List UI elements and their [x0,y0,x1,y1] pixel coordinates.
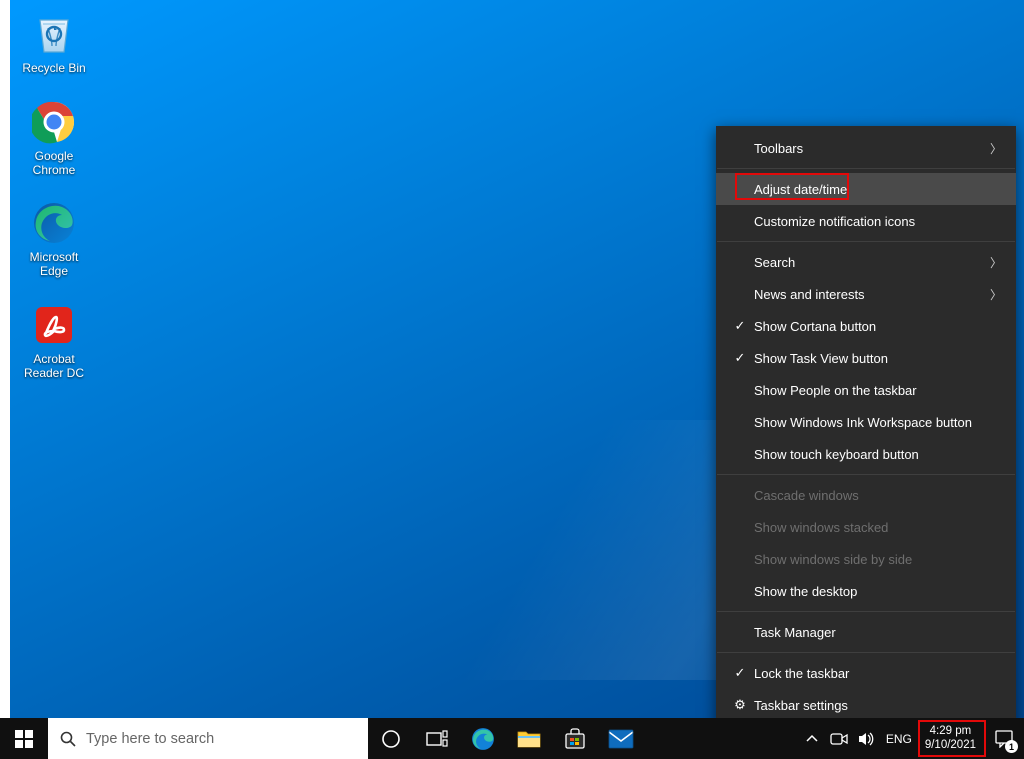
menu-divider [717,241,1015,242]
chevron-right-icon: 〉 [990,254,1002,271]
taskbar-app-edge[interactable] [460,718,506,759]
taskbar-spacer [644,718,799,759]
microsoft-edge-icon [30,199,78,247]
start-button[interactable] [0,718,48,759]
desktop-icons-area: Recycle Bin Google Chrome [14,10,94,403]
speaker-icon [858,731,876,747]
clock-time: 4:29 pm [930,725,972,738]
menu-item-lock-the-taskbar[interactable]: ✓ Lock the taskbar [716,657,1016,689]
tray-language-indicator[interactable]: ENG [881,718,917,759]
menu-item-label: Show windows stacked [754,520,1002,535]
checkmark-icon: ✓ [730,350,750,366]
system-tray: ENG 4:29 pm 9/10/2021 1 [799,718,1024,759]
menu-item-customize-notification-icons[interactable]: Customize notification icons [716,205,1016,237]
menu-item-show-windows-ink-workspace[interactable]: Show Windows Ink Workspace button [716,406,1016,438]
recycle-bin-icon [30,10,78,58]
cortana-button[interactable] [368,718,414,759]
tray-clock[interactable]: 4:29 pm 9/10/2021 [917,725,984,751]
menu-item-label: Adjust date/time [754,182,1002,197]
menu-item-label: Lock the taskbar [754,666,1002,681]
menu-item-show-task-view-button[interactable]: ✓ Show Task View button [716,342,1016,374]
desktop-icon-label: Microsoft Edge [14,251,94,279]
chevron-right-icon: 〉 [990,286,1002,303]
menu-divider [717,474,1015,475]
tray-action-center[interactable]: 1 [984,718,1024,759]
menu-item-label: Search [754,255,990,270]
menu-item-task-manager[interactable]: Task Manager [716,616,1016,648]
menu-divider [717,611,1015,612]
menu-item-show-people-on-taskbar[interactable]: Show People on the taskbar [716,374,1016,406]
menu-item-label: Show People on the taskbar [754,383,1002,398]
menu-item-toolbars[interactable]: Toolbars 〉 [716,132,1016,164]
desktop-icon-acrobat-reader[interactable]: Acrobat Reader DC [14,301,94,381]
menu-item-label: Show touch keyboard button [754,447,1002,462]
menu-item-cascade-windows: Cascade windows [716,479,1016,511]
tray-show-hidden-icons[interactable] [799,718,825,759]
menu-divider [717,168,1015,169]
menu-item-label: News and interests [754,287,990,302]
desktop-icon-recycle-bin[interactable]: Recycle Bin [14,10,94,76]
desktop-icon-label: Google Chrome [14,150,94,178]
menu-item-label: Show windows side by side [754,552,1002,567]
clock-date: 9/10/2021 [925,739,976,752]
language-label: ENG [886,732,912,746]
menu-item-label: Show the desktop [754,584,1002,599]
taskbar-search-box[interactable]: Type here to search [48,718,368,759]
windows-start-icon [15,730,33,748]
meet-now-icon [830,732,848,746]
taskbar: Type here to search [0,718,1024,759]
menu-item-label: Show Task View button [754,351,1002,366]
checkmark-icon: ✓ [730,318,750,334]
menu-item-show-windows-side-by-side: Show windows side by side [716,543,1016,575]
chevron-up-icon [806,733,818,745]
menu-item-label: Toolbars [754,141,990,156]
desktop-icon-label: Acrobat Reader DC [14,353,94,381]
menu-item-show-windows-stacked: Show windows stacked [716,511,1016,543]
desktop-icon-label: Recycle Bin [22,62,85,76]
tray-meet-now[interactable] [825,718,853,759]
menu-divider [717,652,1015,653]
cortana-icon [381,729,401,749]
google-chrome-icon [30,98,78,146]
menu-item-search[interactable]: Search 〉 [716,246,1016,278]
notification-count-badge: 1 [1005,740,1018,753]
microsoft-edge-icon [471,727,495,751]
taskbar-app-file-explorer[interactable] [506,718,552,759]
taskbar-pinned-apps [368,718,644,759]
taskbar-app-microsoft-store[interactable] [552,718,598,759]
menu-item-show-cortana-button[interactable]: ✓ Show Cortana button [716,310,1016,342]
chevron-right-icon: 〉 [990,140,1002,157]
microsoft-store-icon [564,728,586,750]
taskbar-app-mail[interactable] [598,718,644,759]
task-view-icon [426,730,448,748]
menu-item-label: Taskbar settings [754,698,1002,713]
background-window-edge [0,0,10,718]
menu-item-adjust-date-time[interactable]: Adjust date/time [716,173,1016,205]
gear-icon: ⚙ [730,697,750,713]
menu-item-label: Customize notification icons [754,214,1002,229]
file-explorer-icon [517,729,541,749]
menu-item-label: Show Cortana button [754,319,1002,334]
menu-item-label: Task Manager [754,625,1002,640]
menu-item-show-touch-keyboard[interactable]: Show touch keyboard button [716,438,1016,470]
desktop-icon-google-chrome[interactable]: Google Chrome [14,98,94,178]
menu-item-label: Show Windows Ink Workspace button [754,415,1002,430]
search-placeholder-text: Type here to search [86,731,214,747]
menu-item-show-the-desktop[interactable]: Show the desktop [716,575,1016,607]
desktop-icon-microsoft-edge[interactable]: Microsoft Edge [14,199,94,279]
acrobat-reader-icon [30,301,78,349]
menu-item-taskbar-settings[interactable]: ⚙ Taskbar settings [716,689,1016,721]
tray-volume[interactable] [853,718,881,759]
checkmark-icon: ✓ [730,665,750,681]
task-view-button[interactable] [414,718,460,759]
mail-icon [608,729,634,749]
menu-item-label: Cascade windows [754,488,1002,503]
search-icon [60,731,76,747]
menu-item-news-and-interests[interactable]: News and interests 〉 [716,278,1016,310]
taskbar-context-menu: Toolbars 〉 Adjust date/time Customize no… [716,126,1016,727]
